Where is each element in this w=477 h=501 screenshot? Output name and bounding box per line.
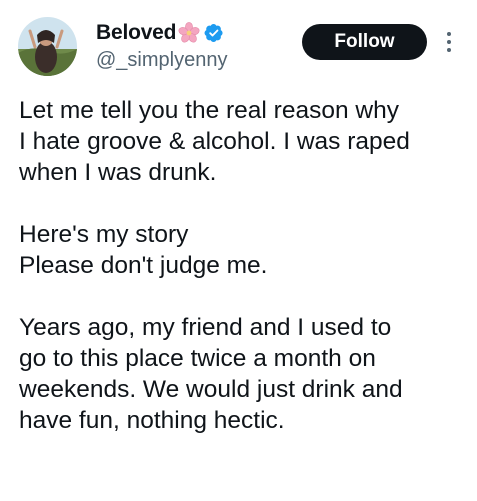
avatar[interactable] [18,17,77,76]
verified-badge-icon [204,23,224,43]
follow-button[interactable]: Follow [302,24,427,60]
text-line: have fun, nothing hectic. [19,407,285,434]
tweet-paragraph: Years ago, my friend and I used to go to… [19,312,464,436]
text-line: Here's my story [19,221,189,248]
display-name[interactable]: Beloved [96,21,176,45]
text-line: go to this place twice a month on [19,345,376,372]
text-line: when I was drunk. [19,159,217,186]
name-row: Beloved [96,19,224,47]
avatar-image [18,17,77,76]
tweet-paragraph: Let me tell you the real reason why I ha… [19,95,464,188]
tweet-card: Beloved @_simplyenny Follow Let me tell … [0,0,477,501]
more-vertical-icon[interactable] [444,30,454,54]
text-line: I hate groove & alcohol. I was raped [19,128,410,155]
text-line: Let me tell you the real reason why [19,97,399,124]
tweet-text: Let me tell you the real reason why I ha… [19,95,464,467]
cherry-blossom-icon [177,21,201,45]
text-line: Years ago, my friend and I used to [19,314,392,341]
text-line: Please don't judge me. [19,252,268,279]
text-line: weekends. We would just drink and [19,376,403,403]
user-handle[interactable]: @_simplyenny [96,49,227,72]
tweet-paragraph: Here's my story Please don't judge me. [19,219,464,281]
